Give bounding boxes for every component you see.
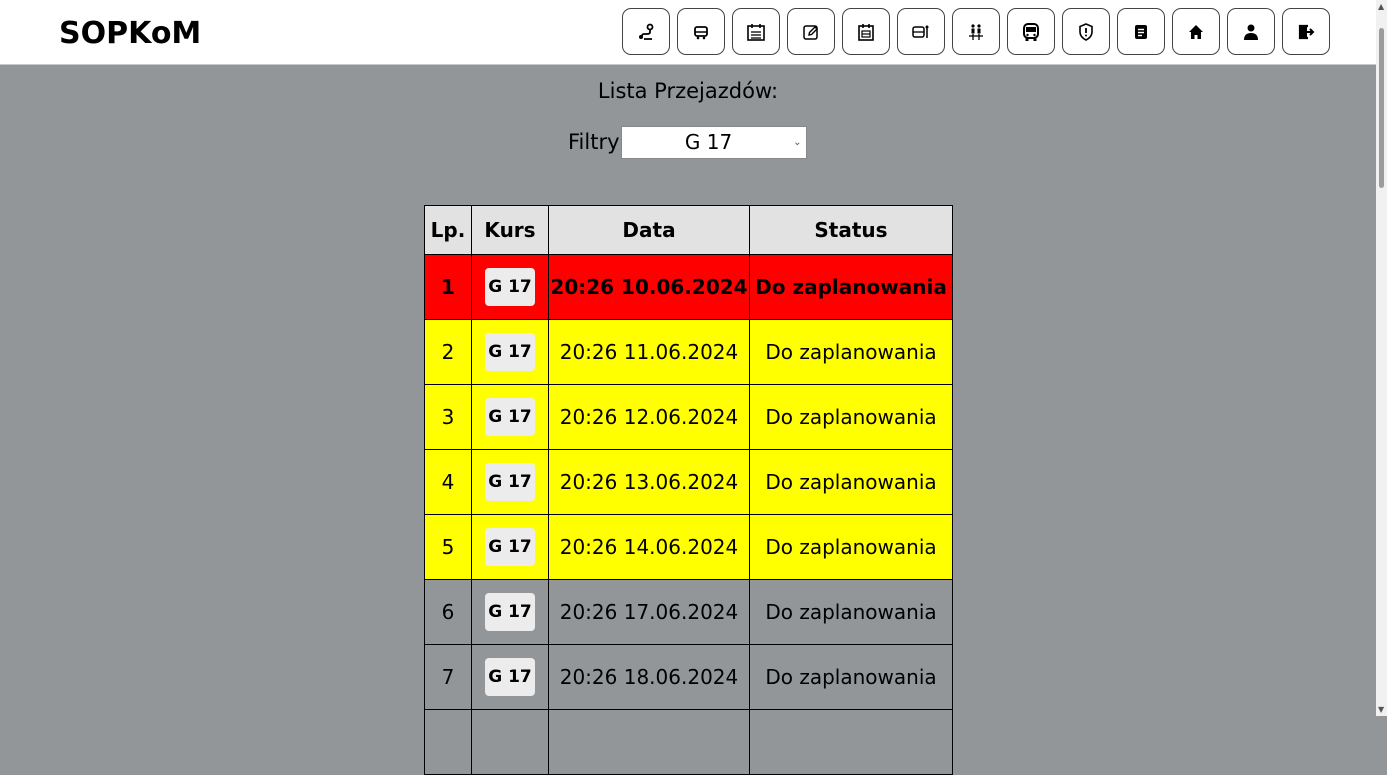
chevron-down-icon: ⌄ — [793, 136, 802, 148]
course-button[interactable]: G 17 — [485, 658, 535, 696]
logout-button[interactable] — [1282, 8, 1330, 55]
cell-kurs: G 17 — [471, 514, 549, 580]
filter-selected-value: G 17 — [684, 129, 733, 154]
cell-lp: 2 — [424, 319, 472, 385]
cell-status: Do zaplanowania — [749, 644, 953, 710]
cell-data: 20:26 17.06.2024 — [548, 579, 750, 645]
nav-buttons — [622, 8, 1330, 55]
cell-lp: 5 — [424, 514, 472, 580]
course-button[interactable]: G 17 — [485, 528, 535, 566]
cell-kurs: G 17 — [471, 644, 549, 710]
cell-kurs: G 17 — [471, 579, 549, 645]
cell-kurs: G 17 — [471, 384, 549, 450]
cell-status: Do zaplanowania — [749, 514, 953, 580]
cell-lp: 6 — [424, 579, 472, 645]
course-button[interactable]: G 17 — [485, 333, 535, 371]
route-button[interactable] — [622, 8, 670, 55]
table-row: 6 G 17 20:26 17.06.2024 Do zaplanowania — [424, 579, 953, 645]
bus-stop-button[interactable] — [677, 8, 725, 55]
cell-data: 20:26 11.06.2024 — [548, 319, 750, 385]
schedule-icon — [747, 23, 765, 41]
table-row: 3 G 17 20:26 12.06.2024 Do zaplanowania — [424, 384, 953, 450]
table-header-row: Lp. Kurs Data Status — [424, 205, 953, 255]
route-icon — [639, 23, 654, 40]
bus-station-button[interactable] — [897, 8, 945, 55]
cell-data — [548, 709, 750, 775]
cell-lp: 4 — [424, 449, 472, 515]
security-button[interactable] — [1062, 8, 1110, 55]
cell-status: Do zaplanowania — [749, 579, 953, 645]
app-logo[interactable]: SOPKoM — [59, 16, 201, 51]
bus-station-icon — [912, 25, 929, 38]
table-row: 1 G 17 20:26 10.06.2024 Do zaplanowania — [424, 254, 953, 320]
user-icon — [1244, 24, 1258, 40]
filter-label: Filtry — [568, 130, 620, 154]
user-button[interactable] — [1227, 8, 1275, 55]
column-header-lp: Lp. — [424, 205, 472, 255]
cell-lp — [424, 709, 472, 775]
scroll-thumb[interactable] — [1379, 28, 1384, 188]
cell-data: 20:26 10.06.2024 — [548, 254, 750, 320]
bus-stop-icon — [694, 25, 708, 39]
table-row-partial — [424, 709, 953, 775]
document-button[interactable] — [1117, 8, 1165, 55]
cell-kurs: G 17 — [471, 254, 549, 320]
table-row: 4 G 17 20:26 13.06.2024 Do zaplanowania — [424, 449, 953, 515]
cell-data: 20:26 14.06.2024 — [548, 514, 750, 580]
cell-kurs: G 17 — [471, 449, 549, 515]
cell-lp: 7 — [424, 644, 472, 710]
cell-data: 20:26 12.06.2024 — [548, 384, 750, 450]
scroll-up-arrow-icon[interactable]: ▲ — [1378, 2, 1384, 11]
edit-button[interactable] — [787, 8, 835, 55]
filter-row: Filtry G 17 ⌄ — [568, 125, 807, 159]
cell-status: Do zaplanowania — [749, 254, 953, 320]
cell-status — [749, 709, 953, 775]
page-title: Lista Przejazdów: — [597, 79, 779, 103]
course-button[interactable]: G 17 — [485, 463, 535, 501]
drivers-button[interactable] — [952, 8, 1000, 55]
course-button[interactable]: G 17 — [485, 593, 535, 631]
table-row: 2 G 17 20:26 11.06.2024 Do zaplanowania — [424, 319, 953, 385]
column-header-kurs: Kurs — [471, 205, 549, 255]
cell-lp: 3 — [424, 384, 472, 450]
course-button[interactable]: G 17 — [485, 268, 535, 306]
filter-select[interactable]: G 17 ⌄ — [620, 125, 807, 159]
bus-button[interactable] — [1007, 8, 1055, 55]
timetable-button[interactable] — [842, 8, 890, 55]
home-icon — [1189, 24, 1203, 39]
cell-data: 20:26 18.06.2024 — [548, 644, 750, 710]
rides-table: Lp. Kurs Data Status 1 G 17 20:26 10.06.… — [424, 205, 953, 775]
cell-data: 20:26 13.06.2024 — [548, 449, 750, 515]
edit-icon — [803, 24, 818, 40]
drivers-icon — [969, 23, 983, 40]
schedule-button[interactable] — [732, 8, 780, 55]
table-row: 7 G 17 20:26 18.06.2024 Do zaplanowania — [424, 644, 953, 710]
cell-status: Do zaplanowania — [749, 449, 953, 515]
page-scrollbar[interactable]: ▲ ▼ — [1376, 0, 1387, 716]
cell-kurs: G 17 — [471, 319, 549, 385]
bus-icon — [1023, 22, 1039, 41]
cell-lp: 1 — [424, 254, 472, 320]
top-navbar: SOPKoM — [0, 0, 1376, 65]
document-icon — [1135, 24, 1147, 39]
security-shield-icon — [1079, 22, 1093, 41]
column-header-data: Data — [548, 205, 750, 255]
column-header-status: Status — [749, 205, 953, 255]
scroll-down-arrow-icon[interactable]: ▼ — [1378, 705, 1384, 714]
course-button[interactable]: G 17 — [485, 398, 535, 436]
cell-status: Do zaplanowania — [749, 319, 953, 385]
cell-status: Do zaplanowania — [749, 384, 953, 450]
timetable-icon — [858, 23, 874, 41]
logout-icon — [1298, 24, 1315, 39]
table-row: 5 G 17 20:26 14.06.2024 Do zaplanowania — [424, 514, 953, 580]
home-button[interactable] — [1172, 8, 1220, 55]
cell-kurs — [471, 709, 549, 775]
